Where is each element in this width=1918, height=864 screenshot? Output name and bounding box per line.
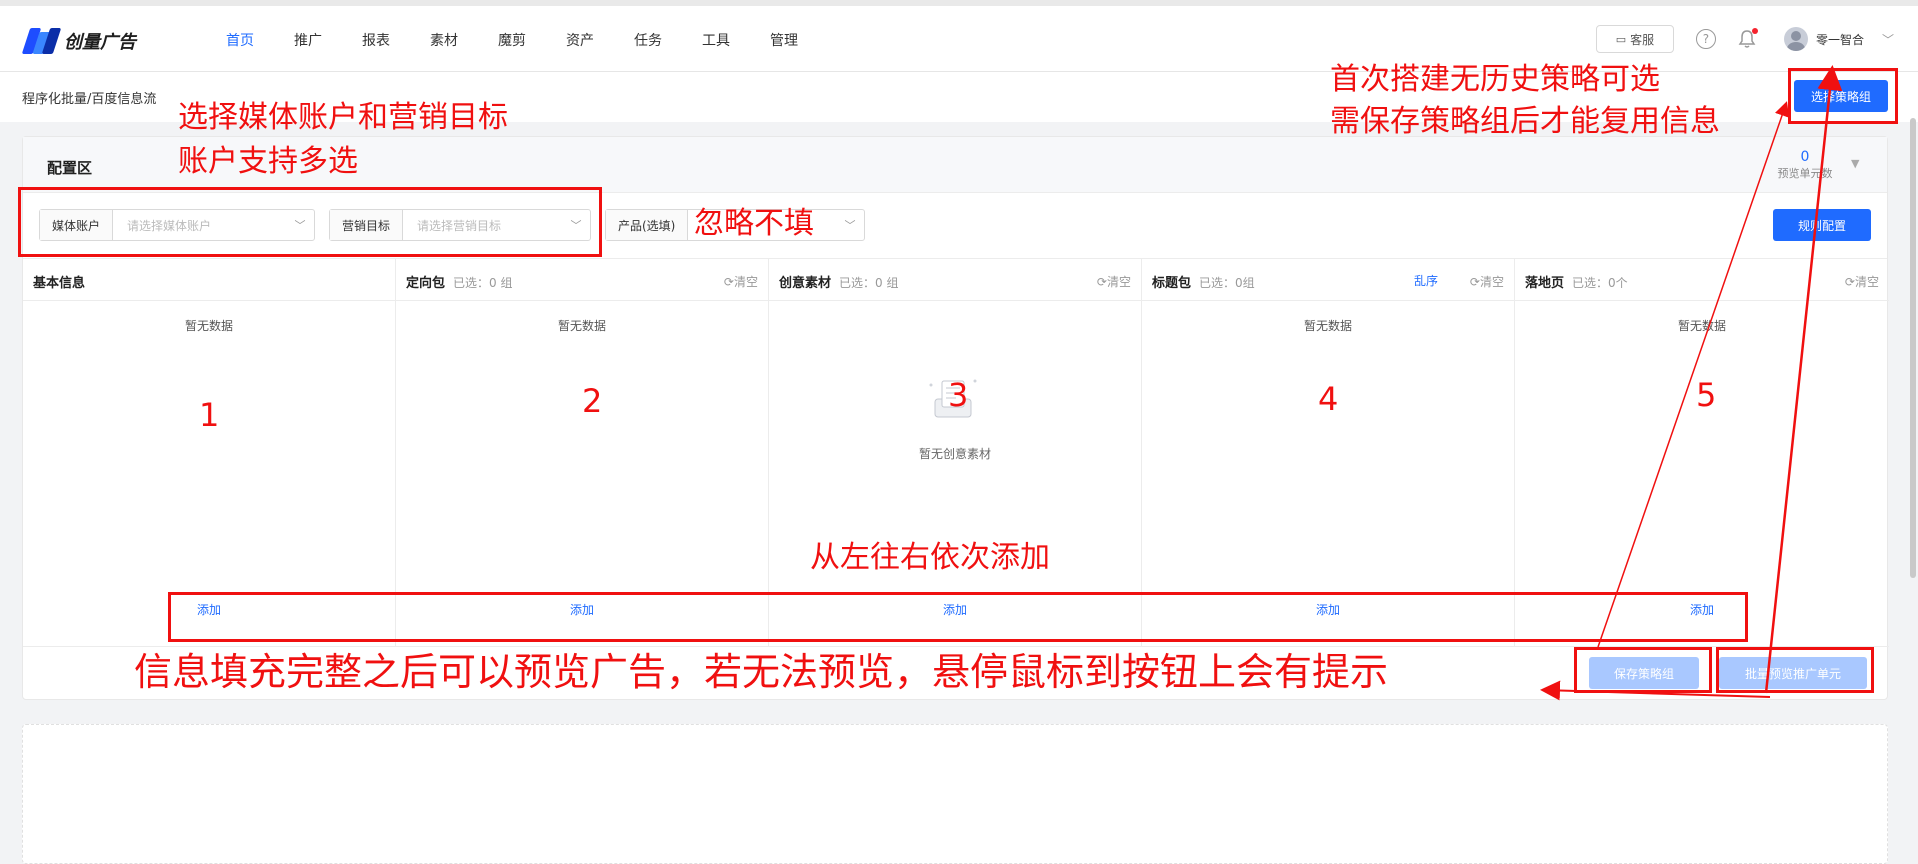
annotation-number-1: 1 xyxy=(199,396,220,434)
annotation-number-4: 4 xyxy=(1318,380,1339,418)
nav-item-materials[interactable]: 素材 xyxy=(410,30,478,50)
annotation-box-add-row xyxy=(168,592,1748,642)
refresh-icon: ⟳ xyxy=(1469,275,1480,289)
customer-service-label: 客服 xyxy=(1630,32,1655,47)
nav-item-promotion[interactable]: 推广 xyxy=(274,30,342,50)
nav-item-assets[interactable]: 资产 xyxy=(546,30,614,50)
annotation-select-media-2: 账户支持多选 xyxy=(178,144,358,179)
clear-button[interactable]: ⟳清空 xyxy=(724,273,758,290)
column-title-text: 标题包 xyxy=(1152,276,1192,291)
annotation-select-media-1: 选择媒体账户和营销目标 xyxy=(178,100,508,135)
column-title-text: 定向包 xyxy=(406,276,446,291)
notification-dot xyxy=(1751,28,1758,34)
clear-label: 清空 xyxy=(1854,275,1879,289)
help-icon[interactable]: ? xyxy=(1695,29,1716,49)
chevron-down-icon: ﹀ xyxy=(844,219,856,232)
refresh-icon: ⟳ xyxy=(1096,275,1107,289)
product-label: 产品(选填) xyxy=(606,210,689,240)
column-header: 标题包 已选：0组 乱序 ⟳清空 xyxy=(1142,259,1514,301)
customer-service-button[interactable]: ▭ 客服 xyxy=(1595,25,1674,53)
empty-text: 暂无数据 xyxy=(557,319,606,333)
preview-count-value: 0 xyxy=(1800,149,1810,165)
preview-unit-count[interactable]: 0 预览单元数 xyxy=(1769,149,1841,181)
selected-count: 已选：0 组 xyxy=(453,276,513,290)
selected-count: 已选：0组 xyxy=(1199,276,1255,290)
annotation-number-3: 3 xyxy=(948,376,969,414)
column-title: 落地页 已选：0个 xyxy=(1525,272,1628,291)
nav-item-reports[interactable]: 报表 xyxy=(342,30,410,50)
app-logo[interactable]: 创量广告 xyxy=(21,28,136,54)
empty-text: 暂无数据 xyxy=(1303,319,1352,333)
main-nav: 首页 推广 报表 素材 魔剪 资产 任务 工具 管理 xyxy=(206,30,818,50)
refresh-icon: ⟳ xyxy=(1844,275,1855,289)
column-landing-page: 落地页 已选：0个 ⟳清空 暂无数据 添加 xyxy=(1515,259,1889,646)
column-title: 基本信息 xyxy=(33,276,86,291)
config-columns: 基本信息 暂无数据 添加 定向包 已选：0 组 ⟳清空 暂无数据 添加 创意素材已… xyxy=(23,259,1889,647)
empty-text: 暂无数据 xyxy=(184,319,233,333)
column-basic-info: 基本信息 暂无数据 添加 xyxy=(23,259,396,646)
annotation-ignore: 忽略不填 xyxy=(694,206,814,241)
nav-item-manage[interactable]: 管理 xyxy=(750,30,818,50)
column-title-text: 创意素材 xyxy=(779,276,832,291)
shuffle-button[interactable]: 乱序 xyxy=(1414,272,1438,289)
clear-label: 清空 xyxy=(733,275,758,289)
clear-label: 清空 xyxy=(1106,275,1131,289)
chat-icon: ▭ xyxy=(1615,32,1627,46)
column-title: 创意素材 已选：0 组 xyxy=(779,272,898,291)
annotation-number-2: 2 xyxy=(582,382,603,420)
scrollbar[interactable] xyxy=(1910,118,1916,578)
preview-count-label: 预览单元数 xyxy=(1777,167,1833,180)
annotation-preview-hint: 信息填充完整之后可以预览广告，若无法预览，悬停鼠标到按钮上会有提示 xyxy=(134,650,1389,694)
breadcrumb: 程序化批量/百度信息流 xyxy=(22,92,157,107)
avatar[interactable] xyxy=(1783,27,1808,51)
column-title: 标题包 已选：0组 xyxy=(1152,272,1255,291)
empty-creative-text: 暂无创意素材 xyxy=(918,447,991,461)
selected-count: 已选：0 组 xyxy=(839,276,899,290)
annotation-box-batch-preview xyxy=(1716,647,1874,693)
clear-button[interactable]: ⟳清空 xyxy=(1470,273,1504,290)
annotation-first-build-1: 首次搭建无历史策略可选 xyxy=(1330,62,1660,97)
column-titles: 标题包 已选：0组 乱序 ⟳清空 暂无数据 添加 xyxy=(1142,259,1515,646)
chevron-down-icon[interactable]: ﹀ xyxy=(1882,31,1894,48)
annotation-number-5: 5 xyxy=(1696,376,1717,414)
column-header: 创意素材 已选：0 组 ⟳清空 xyxy=(769,259,1141,301)
selected-count: 已选：0个 xyxy=(1572,276,1628,290)
clear-button[interactable]: ⟳清空 xyxy=(1097,273,1131,290)
refresh-icon: ⟳ xyxy=(723,275,734,289)
column-title: 定向包 已选：0 组 xyxy=(406,272,512,291)
empty-text: 暂无数据 xyxy=(1677,319,1726,333)
column-header: 定向包 已选：0 组 ⟳清空 xyxy=(396,259,768,301)
annotation-box-select-strategy xyxy=(1788,68,1898,124)
logo-icon xyxy=(21,28,62,54)
username[interactable]: 零一智合 xyxy=(1816,31,1864,48)
annotation-first-build-2: 需保存策略组后才能复用信息 xyxy=(1330,104,1720,139)
nav-item-tasks[interactable]: 任务 xyxy=(614,30,682,50)
preview-area xyxy=(22,724,1888,864)
annotation-box-filters xyxy=(18,187,602,257)
nav-item-magic-cut[interactable]: 魔剪 xyxy=(478,30,546,50)
column-creative: 创意素材 已选：0 组 ⟳清空 暂无创意素材 添加 xyxy=(769,259,1142,646)
rule-config-button[interactable]: 规则配置 xyxy=(1773,209,1871,241)
column-header: 落地页 已选：0个 ⟳清空 xyxy=(1515,259,1889,301)
nav-item-home[interactable]: 首页 xyxy=(206,30,274,50)
column-targeting: 定向包 已选：0 组 ⟳清空 暂无数据 添加 xyxy=(396,259,769,646)
annotation-box-save xyxy=(1574,647,1712,693)
column-header: 基本信息 xyxy=(23,259,395,301)
clear-label: 清空 xyxy=(1479,275,1504,289)
bell-icon[interactable] xyxy=(1738,28,1758,49)
caret-down-icon[interactable]: ▼ xyxy=(1851,157,1859,170)
clear-button[interactable]: ⟳清空 xyxy=(1845,273,1879,290)
column-title-text: 落地页 xyxy=(1525,276,1565,291)
nav-item-tools[interactable]: 工具 xyxy=(682,30,750,50)
annotation-left-to-right: 从左往右依次添加 xyxy=(810,540,1050,575)
logo-text: 创量广告 xyxy=(64,32,136,53)
panel-title: 配置区 xyxy=(47,159,93,177)
